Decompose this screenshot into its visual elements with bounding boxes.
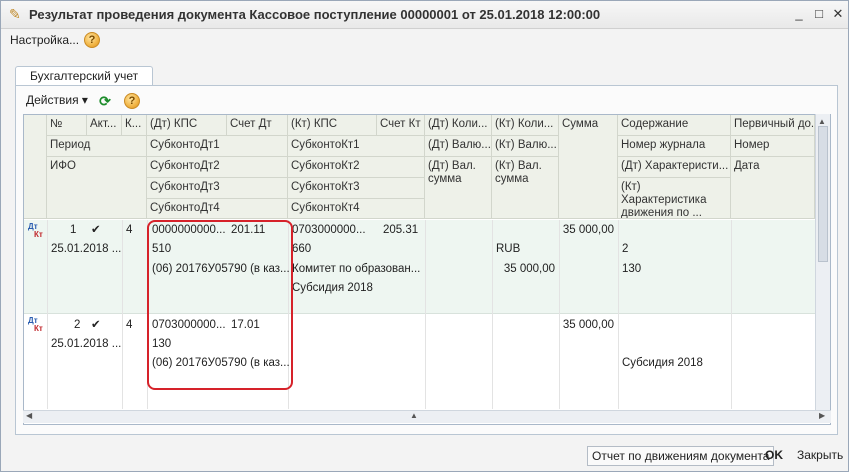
form-toolbar: Настройка... ? — [1, 29, 848, 53]
header-dt-subconto-4[interactable]: СубконтоДт4 — [147, 199, 288, 219]
row-currency-sum: 35 000,00 — [503, 263, 555, 275]
header-kt-currency-sum[interactable]: (Кт) Вал. сумма — [492, 157, 559, 219]
column-divider — [559, 220, 560, 409]
scroll-left-icon[interactable]: ◀ — [26, 411, 32, 420]
header-kt-subconto-3[interactable]: СубконтоКт3 — [288, 178, 425, 199]
header-kt-currency[interactable]: (Кт) Валю... — [492, 136, 559, 157]
row-journal-number: 2 — [622, 243, 629, 255]
row-kt-kps: 0703000000... — [292, 224, 366, 236]
highlight-annotation — [147, 220, 293, 390]
form-footer: Отчет по движениям документа OK Закрыть — [1, 441, 848, 471]
header-kt-characteristic[interactable]: (Кт) Характеристика движения по ... — [618, 178, 731, 219]
active-check-icon: ✔ — [91, 224, 101, 236]
scroll-right-icon[interactable]: ▶ — [819, 411, 825, 420]
minimize-button[interactable]: _ — [791, 6, 807, 22]
row-number: 2 — [74, 319, 81, 331]
vertical-scrollbar[interactable]: ▲ — [815, 114, 830, 410]
row-dt-characteristic: 130 — [622, 263, 642, 275]
movements-report-button[interactable]: Отчет по движениям документа — [587, 446, 775, 466]
row-sum: 35 000,00 — [562, 319, 614, 331]
active-check-icon: ✔ — [91, 319, 101, 331]
help-icon[interactable]: ? — [84, 32, 100, 48]
header-dt-subconto-1[interactable]: СубконтоДт1 — [147, 136, 288, 157]
window-title: Результат проведения документа Кассовое … — [29, 7, 601, 22]
row-k: 4 — [126, 319, 133, 331]
header-sum[interactable]: Сумма — [559, 115, 618, 219]
row-sum: 35 000,00 — [562, 224, 614, 236]
vertical-scroll-thumb[interactable] — [818, 126, 828, 262]
column-divider — [425, 220, 426, 409]
header-kt-subconto-1[interactable]: СубконтоКт1 — [288, 136, 425, 157]
header-marker — [24, 115, 47, 219]
row-kt-subconto-2: Комитет по образован... — [292, 263, 421, 275]
header-content[interactable]: Содержание — [618, 115, 731, 136]
row-k: 4 — [126, 224, 133, 236]
header-active[interactable]: Акт... — [87, 115, 122, 136]
ok-button[interactable]: OK — [765, 448, 783, 462]
header-kt-subconto-2[interactable]: СубконтоКт2 — [288, 157, 425, 178]
header-k[interactable]: К... — [122, 115, 147, 136]
close-window-button[interactable]: ✕ — [830, 6, 846, 22]
header-date[interactable]: Дата — [731, 157, 815, 219]
header-account-kt[interactable]: Счет Кт — [377, 115, 425, 136]
header-dt-subconto-3[interactable]: СубконтоДт3 — [147, 178, 288, 199]
header-dt-characteristic[interactable]: (Дт) Характеристи... — [618, 157, 731, 178]
header-period[interactable]: Период — [47, 136, 147, 157]
grid-help-icon[interactable]: ? — [124, 93, 140, 109]
refresh-icon[interactable]: ⟳ — [97, 93, 113, 109]
row-period: 25.01.2018 ... — [51, 243, 122, 255]
row-currency: RUB — [496, 243, 521, 255]
row-account-kt: 205.31 — [383, 224, 419, 236]
document-result-window: ✎ Результат проведения документа Кассово… — [0, 0, 849, 472]
header-journal-number[interactable]: Номер журнала — [618, 136, 731, 157]
close-button[interactable]: Закрыть — [797, 448, 843, 462]
credit-marker: Кт — [34, 230, 43, 239]
header-dt-currency[interactable]: (Дт) Валю... — [425, 136, 492, 157]
header-dt-subconto-2[interactable]: СубконтоДт2 — [147, 157, 288, 178]
row-number: 1 — [70, 224, 77, 236]
document-icon: ✎ — [9, 6, 21, 22]
header-ifo[interactable]: ИФО — [47, 157, 147, 219]
maximize-button[interactable]: □ — [811, 6, 827, 22]
credit-marker: Кт — [34, 324, 43, 333]
title-bar: ✎ Результат проведения документа Кассово… — [1, 1, 848, 29]
row-kt-subconto-3: Субсидия 2018 — [292, 282, 373, 294]
column-divider — [731, 220, 732, 409]
actions-menu-button[interactable]: Действия ▾ — [26, 93, 88, 107]
header-kt-kps[interactable]: (Кт) КПС — [288, 115, 377, 136]
scroll-up-icon[interactable]: ▲ — [818, 117, 826, 126]
scroll-position-icon[interactable]: ▲ — [410, 411, 418, 420]
tab-accounting[interactable]: Бухгалтерский учет — [15, 66, 154, 86]
header-primary-document[interactable]: Первичный до... — [731, 115, 815, 136]
header-dt-currency-sum[interactable]: (Дт) Вал. сумма — [425, 157, 492, 219]
row-dt-characteristic: Субсидия 2018 — [622, 357, 703, 369]
header-dt-quantity[interactable]: (Дт) Коли... — [425, 115, 492, 136]
header-kt-subconto-4[interactable]: СубконтоКт4 — [288, 199, 425, 219]
setup-button[interactable]: Настройка... — [10, 33, 79, 47]
horizontal-scrollbar[interactable]: ◀ ▲ ▶ — [23, 410, 831, 423]
header-number[interactable]: Номер — [731, 136, 815, 157]
row-period: 25.01.2018 ... — [51, 338, 122, 350]
header-dt-kps[interactable]: (Дт) КПС — [147, 115, 227, 136]
header-kt-quantity[interactable]: (Кт) Коли... — [492, 115, 559, 136]
header-account-dt[interactable]: Счет Дт — [227, 115, 288, 136]
header-num[interactable]: № — [47, 115, 87, 136]
